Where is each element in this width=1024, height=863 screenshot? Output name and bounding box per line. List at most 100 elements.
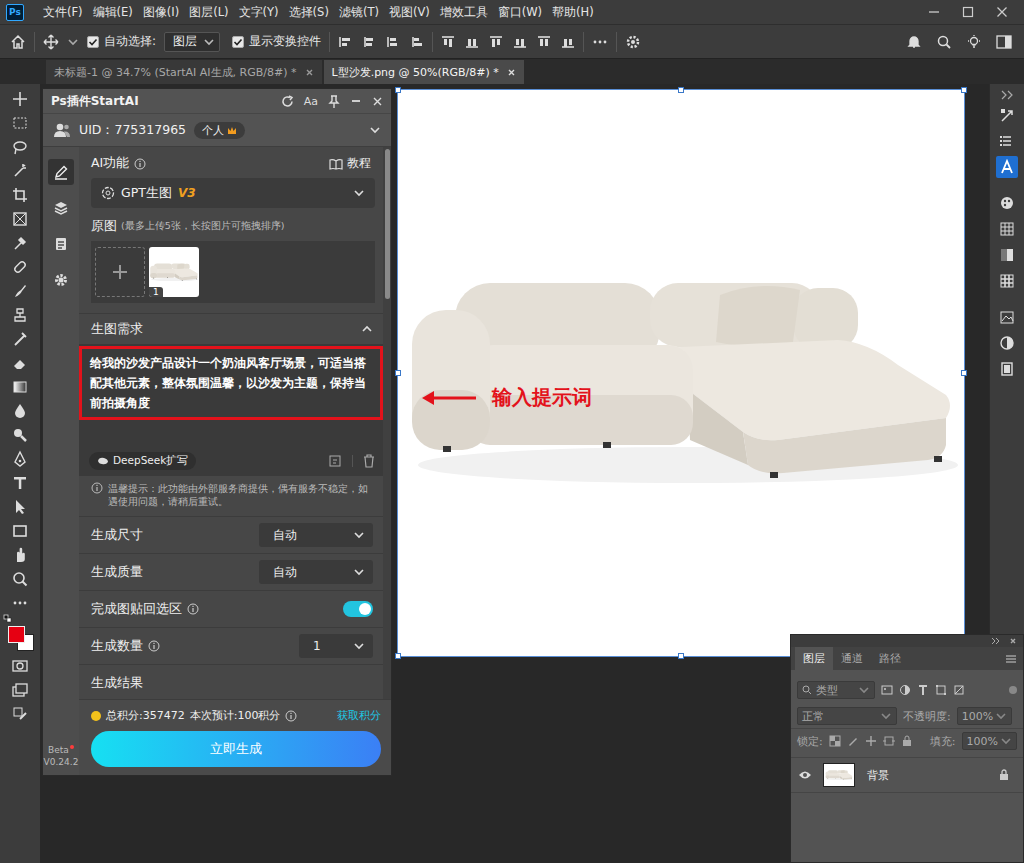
tool-icon[interactable]: [11, 522, 29, 540]
chevron-down-icon[interactable]: [203, 36, 215, 48]
dock-icon[interactable]: [999, 195, 1015, 211]
tool-icon[interactable]: [11, 426, 29, 444]
close-icon[interactable]: [507, 68, 516, 77]
dock-icon[interactable]: [999, 361, 1015, 377]
chevron-down-icon[interactable]: [353, 529, 365, 541]
dock-icon[interactable]: [999, 247, 1015, 263]
visibility-toggle[interactable]: [797, 770, 813, 780]
panel-tab[interactable]: 路径: [871, 647, 909, 670]
close-icon[interactable]: [372, 96, 383, 107]
tool-icon[interactable]: [11, 330, 29, 348]
opacity-field[interactable]: 100%: [957, 707, 1012, 725]
fill-field[interactable]: 100%: [962, 732, 1017, 750]
menu-item[interactable]: 文件(F): [38, 5, 88, 20]
blend-mode[interactable]: 正常: [797, 707, 897, 725]
dock-icon[interactable]: [999, 335, 1015, 351]
tool-button[interactable]: [9, 424, 31, 445]
edit-toolbar[interactable]: [9, 703, 31, 724]
transform-handle[interactable]: [395, 370, 401, 376]
plugin-nav-item[interactable]: [48, 195, 74, 221]
menu-item[interactable]: 编辑(E): [88, 5, 138, 20]
dock-icon[interactable]: [999, 309, 1015, 325]
dock-icon[interactable]: [999, 107, 1015, 123]
tool-button[interactable]: [9, 232, 31, 253]
menu-item[interactable]: 帮助(H): [547, 5, 599, 20]
bell-icon[interactable]: [906, 34, 922, 50]
quick-mask[interactable]: [9, 655, 31, 676]
transform-handle[interactable]: [961, 370, 967, 376]
toolbar-edit-icon[interactable]: [11, 705, 29, 723]
tool-button[interactable]: [9, 472, 31, 493]
transform-handle[interactable]: [395, 87, 401, 93]
tool-icon[interactable]: [11, 306, 29, 324]
layer-filter[interactable]: 类型: [797, 681, 875, 699]
close-icon[interactable]: [996, 6, 1008, 18]
swap-colors-icon[interactable]: [3, 614, 13, 624]
document-canvas[interactable]: [398, 90, 964, 656]
filter-icon[interactable]: [917, 684, 929, 696]
dock-icon[interactable]: [999, 221, 1015, 237]
layer-row[interactable]: 背景: [791, 757, 1023, 793]
tool-icon[interactable]: [11, 210, 29, 228]
workspace-icon[interactable]: [996, 34, 1014, 50]
trash-icon[interactable]: [363, 454, 375, 468]
refresh-icon[interactable]: [281, 95, 294, 108]
transform-handle[interactable]: [678, 653, 684, 659]
nav-icon[interactable]: [53, 272, 69, 288]
transform-handle[interactable]: [395, 653, 401, 659]
prompt-input[interactable]: 给我的沙发产品设计一个奶油风客厅场景，可适当搭配其他元素，整体氛围温馨，以沙发为…: [79, 344, 383, 476]
tool-button[interactable]: [9, 448, 31, 469]
tool-button[interactable]: [9, 136, 31, 157]
tool-button[interactable]: [9, 496, 31, 517]
tool-button[interactable]: [9, 520, 31, 541]
chevron-down-icon[interactable]: [1000, 735, 1012, 747]
align-icon[interactable]: [338, 35, 352, 49]
align-icon[interactable]: [465, 35, 479, 49]
gear-icon[interactable]: [625, 34, 641, 50]
tool-button[interactable]: [9, 184, 31, 205]
tool-icon[interactable]: [11, 498, 29, 516]
nav-icon[interactable]: [53, 164, 69, 180]
tool-button[interactable]: [9, 112, 31, 133]
filter-icon[interactable]: [935, 684, 947, 696]
checkbox[interactable]: [87, 36, 99, 48]
setting-select[interactable]: 自动: [259, 560, 373, 584]
chevron-down-icon[interactable]: [369, 124, 381, 136]
plugin-nav-item[interactable]: [48, 267, 74, 293]
menu-item[interactable]: 增效工具: [435, 5, 493, 20]
move-tool-icon[interactable]: [43, 34, 59, 50]
chevron-down-icon[interactable]: [353, 187, 365, 199]
align-icon[interactable]: [441, 35, 455, 49]
tool-button[interactable]: [9, 256, 31, 277]
filter-icon[interactable]: [881, 684, 893, 696]
history-icon[interactable]: [328, 454, 342, 468]
quick-mask-icon[interactable]: [11, 657, 29, 675]
dock-button[interactable]: [996, 270, 1018, 292]
dock-icon[interactable]: [999, 133, 1015, 149]
tool-button[interactable]: [9, 544, 31, 565]
chevron-up-icon[interactable]: [361, 323, 373, 335]
tool-icon[interactable]: [11, 162, 29, 180]
book-icon[interactable]: [329, 158, 343, 170]
tool-icon[interactable]: [11, 450, 29, 468]
menu-item[interactable]: 窗口(W): [493, 5, 547, 20]
align-icon[interactable]: [561, 35, 575, 49]
lock-option-icon[interactable]: [865, 735, 877, 747]
source-thumbnail[interactable]: 1: [149, 247, 199, 297]
tool-icon[interactable]: [11, 258, 29, 276]
menu-item[interactable]: 图像(I): [138, 5, 184, 20]
align-icon[interactable]: [410, 35, 424, 49]
chevron-down-icon[interactable]: [880, 710, 892, 722]
screen-mode-icon[interactable]: [11, 681, 29, 699]
tool-button[interactable]: [9, 568, 31, 589]
tool-button[interactable]: [9, 376, 31, 397]
lock-option-icon[interactable]: [883, 735, 895, 747]
align-icon[interactable]: [386, 35, 400, 49]
dock-button[interactable]: [996, 130, 1018, 152]
dock-button[interactable]: [996, 156, 1018, 178]
menu-item[interactable]: 文字(Y): [234, 5, 284, 20]
plus-icon[interactable]: [111, 263, 129, 281]
filter-icon[interactable]: [953, 684, 965, 696]
panel-tab[interactable]: 图层: [795, 647, 833, 670]
dock-button[interactable]: [996, 104, 1018, 126]
